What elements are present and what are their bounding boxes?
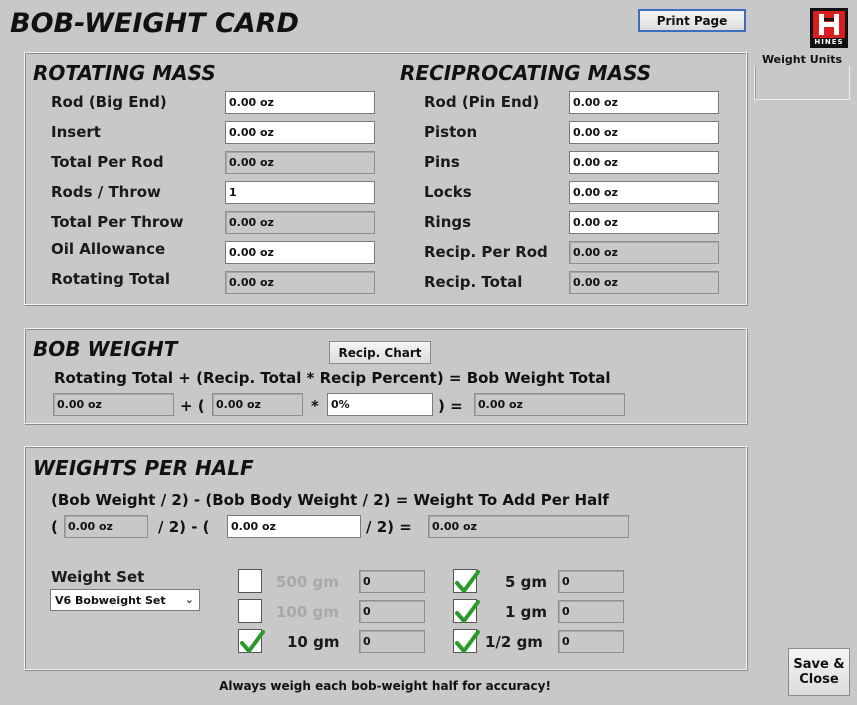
rotating-label-4: Total Per Throw	[51, 213, 184, 231]
reciprocating-field-3[interactable]: 0.00 oz	[569, 181, 719, 204]
reciprocating-label-5: Recip. Per Rod	[424, 243, 548, 261]
op-mid: / 2) - (	[158, 518, 210, 536]
half-formula: (Bob Weight / 2) - (Bob Body Weight / 2)…	[51, 491, 609, 509]
checkmark-icon	[455, 600, 480, 623]
bob-body-weight-input[interactable]: 0.00 oz	[227, 515, 361, 538]
recip-chart-button[interactable]: Recip. Chart	[329, 341, 431, 364]
hines-logo: HINES	[810, 8, 848, 48]
reciprocating-label-2: Pins	[424, 153, 460, 171]
reciprocating-field-6: 0.00 oz	[569, 271, 719, 294]
weight-label-5: 1/2 gm	[485, 633, 543, 651]
rotating-field-5[interactable]: 0.00 oz	[225, 241, 375, 264]
reciprocating-label-4: Rings	[424, 213, 472, 231]
footer-note: Always weigh each bob-weight half for ac…	[219, 679, 551, 693]
print-page-button[interactable]: Print Page	[638, 9, 746, 32]
checkmark-icon	[455, 570, 480, 593]
weight-count-3: 0	[558, 570, 624, 593]
logo-text: HINES	[814, 38, 844, 46]
bob-weight-formula: Rotating Total + (Recip. Total * Recip P…	[54, 369, 611, 387]
reciprocating-label-1: Piston	[424, 123, 478, 141]
weight-checkbox-1[interactable]	[238, 599, 262, 623]
rotating-field-2: 0.00 oz	[225, 151, 375, 174]
reciprocating-field-5: 0.00 oz	[569, 241, 719, 264]
rotating-mass-title: ROTATING MASS	[33, 61, 216, 85]
weight-count-5: 0	[558, 630, 624, 653]
rotating-field-4: 0.00 oz	[225, 211, 375, 234]
weight-to-add-field: 0.00 oz	[428, 515, 629, 538]
op-equals: ) =	[438, 397, 463, 415]
bob-weight-title: BOB WEIGHT	[33, 337, 178, 361]
weight-label-0: 500 gm	[276, 573, 339, 591]
op-open: (	[51, 518, 58, 536]
rotating-field-3[interactable]: 1	[225, 181, 375, 204]
half-bob-weight-field: 0.00 oz	[64, 515, 148, 538]
reciprocating-field-2[interactable]: 0.00 oz	[569, 151, 719, 174]
rotating-label-2: Total Per Rod	[51, 153, 164, 171]
weight-count-1: 0	[359, 600, 425, 623]
reciprocating-label-6: Recip. Total	[424, 273, 523, 291]
weight-checkbox-3[interactable]	[453, 569, 480, 593]
weight-units-label: Weight Units	[754, 53, 850, 66]
weight-set-selected: V6 Bobweight Set	[55, 593, 166, 607]
chevron-down-icon: ⌄	[184, 593, 194, 606]
bob-weight-total-field: 0.00 oz	[474, 393, 625, 416]
page-title: BOB-WEIGHT CARD	[10, 8, 299, 39]
reciprocating-field-1[interactable]: 0.00 oz	[569, 121, 719, 144]
bob-recip-total-field: 0.00 oz	[212, 393, 303, 416]
op-end: / 2) =	[366, 518, 412, 536]
weight-label-2: 10 gm	[287, 633, 340, 651]
weight-checkbox-5[interactable]	[453, 629, 480, 653]
weight-label-3: 5 gm	[505, 573, 548, 591]
rotating-field-6: 0.00 oz	[225, 271, 375, 294]
weight-checkbox-4[interactable]	[453, 599, 480, 623]
weight-label-4: 1 gm	[505, 603, 548, 621]
reciprocating-field-0[interactable]: 0.00 oz	[569, 91, 719, 114]
weight-count-4: 0	[558, 600, 624, 623]
weight-count-0: 0	[359, 570, 425, 593]
weight-label-1: 100 gm	[276, 603, 339, 621]
rotating-label-5: Oil Allowance	[51, 240, 166, 258]
weight-checkbox-0[interactable]	[238, 569, 262, 593]
save-close-line1: Save &	[793, 657, 845, 672]
mass-panel	[24, 52, 747, 305]
op-plus: + (	[180, 397, 205, 415]
weights-per-half-title: WEIGHTS PER HALF	[33, 456, 254, 480]
rotating-label-1: Insert	[51, 123, 101, 141]
checkmark-icon	[240, 630, 265, 653]
rotating-label-6: Rotating Total	[51, 270, 171, 288]
bob-rotating-total-field: 0.00 oz	[53, 393, 174, 416]
reciprocating-mass-title: RECIPROCATING MASS	[400, 61, 652, 85]
weight-count-2: 0	[359, 630, 425, 653]
weight-set-label: Weight Set	[51, 568, 145, 586]
checkmark-icon	[455, 630, 480, 653]
rotating-label-0: Rod (Big End)	[51, 93, 167, 111]
rotating-label-3: Rods / Throw	[51, 183, 161, 201]
op-times: *	[311, 397, 319, 415]
rotating-field-0[interactable]: 0.00 oz	[225, 91, 375, 114]
weight-checkbox-2[interactable]	[238, 629, 265, 653]
rotating-field-1[interactable]: 0.00 oz	[225, 121, 375, 144]
save-close-button[interactable]: Save & Close	[788, 648, 850, 696]
weight-set-select[interactable]: V6 Bobweight Set ⌄	[50, 589, 200, 611]
reciprocating-field-4[interactable]: 0.00 oz	[569, 211, 719, 234]
reciprocating-label-0: Rod (Pin End)	[424, 93, 540, 111]
save-close-line2: Close	[799, 672, 839, 687]
reciprocating-label-3: Locks	[424, 183, 472, 201]
recip-percent-input[interactable]: 0%	[327, 393, 433, 416]
